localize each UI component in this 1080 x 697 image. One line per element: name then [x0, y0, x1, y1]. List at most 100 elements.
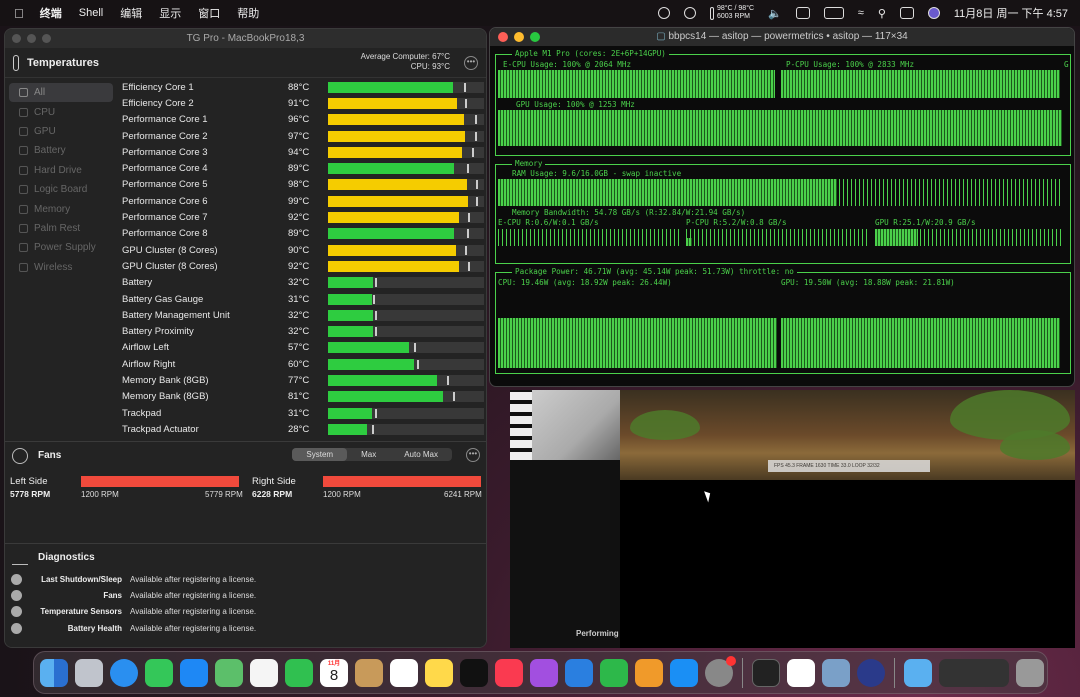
sensor-row[interactable]: GPU Cluster (8 Cores) 90°C [118, 242, 486, 258]
sensor-row[interactable]: Performance Core 7 92°C [118, 209, 486, 225]
fan-mode-system[interactable]: System [292, 448, 348, 461]
sensor-row[interactable]: Trackpad Actuator 28°C [118, 421, 486, 437]
photos-icon[interactable] [250, 658, 278, 687]
sensor-row[interactable]: Performance Core 2 97°C [118, 128, 486, 144]
sensor-row[interactable]: Performance Core 5 98°C [118, 177, 486, 193]
control-center-icon[interactable] [899, 7, 914, 19]
messages-icon[interactable] [145, 658, 173, 687]
maps-icon[interactable] [215, 658, 243, 687]
sensor-row[interactable]: Efficiency Core 2 91°C [118, 95, 486, 111]
cinema4d-icon[interactable] [857, 658, 885, 687]
sidebar-item-logic-board[interactable]: Logic Board [9, 180, 113, 199]
siri-icon[interactable] [927, 7, 940, 19]
terminal-titlebar[interactable]: ▢ bbpcs14 — asitop — powermetrics • asit… [490, 28, 1074, 46]
tv-icon[interactable] [460, 658, 488, 687]
preview-icon[interactable] [822, 658, 850, 687]
3dmark-icon[interactable] [787, 658, 815, 687]
sensor-row[interactable]: Battery Gas Gauge 31°C [118, 291, 486, 307]
volume-icon[interactable]: 🔈 [768, 7, 782, 20]
menu-help[interactable]: 帮助 [237, 5, 259, 21]
notes-icon[interactable] [425, 658, 453, 687]
downloads-folder-icon[interactable] [904, 658, 932, 687]
minimize-button[interactable] [27, 34, 36, 43]
tgpro-titlebar[interactable]: TG Pro - MacBookPro18,3 [5, 29, 486, 48]
sidebar-item-palm-rest[interactable]: Palm Rest [9, 219, 113, 238]
creative-cloud-icon[interactable] [683, 7, 696, 19]
sensor-row[interactable]: Memory Bank (8GB) 81°C [118, 389, 486, 405]
menu-clock[interactable]: 11月8日 周一 下午 4:57 [954, 5, 1068, 21]
fan-mode-automax[interactable]: Auto Max [390, 448, 452, 461]
sidebar-item-battery[interactable]: Battery [9, 141, 113, 160]
sidebar-item-cpu[interactable]: CPU [9, 102, 113, 121]
menu-view[interactable]: 显示 [159, 5, 181, 21]
fans-more-icon[interactable]: ••• [466, 448, 480, 462]
sensor-row[interactable]: Battery 32°C [118, 275, 486, 291]
terminal-window[interactable]: ▢ bbpcs14 — asitop — powermetrics • asit… [489, 27, 1075, 387]
pages-icon[interactable] [635, 658, 663, 687]
fan-mode-max[interactable]: Max [347, 448, 390, 461]
more-options-icon[interactable]: ••• [464, 56, 478, 70]
sidebar-item-memory[interactable]: Memory [9, 199, 113, 218]
zoom-button[interactable] [530, 32, 540, 42]
sensor-row[interactable]: Performance Core 6 99°C [118, 193, 486, 209]
calendar-icon[interactable]: 11月 8 [320, 658, 348, 687]
menu-shell[interactable]: Shell [79, 7, 103, 19]
game-benchmark-window[interactable]: FPS 45.3 FRAME 1630 TIME 33.0 LOOP 32/32 [620, 390, 1075, 480]
trash-icon[interactable] [1016, 658, 1044, 687]
close-button[interactable] [498, 32, 508, 42]
sensor-row[interactable]: Airflow Left 57°C [118, 340, 486, 356]
sensor-row[interactable]: Performance Core 3 94°C [118, 144, 486, 160]
sensor-row[interactable]: Performance Core 4 89°C [118, 160, 486, 176]
sidebar-item-all[interactable]: All [9, 83, 113, 103]
minimize-button[interactable] [514, 32, 524, 42]
sidebar-item-gpu[interactable]: GPU [9, 122, 113, 141]
music-icon[interactable] [495, 658, 523, 687]
mail-icon[interactable] [180, 658, 208, 687]
window-stack-icon[interactable] [939, 658, 1009, 687]
sensor-row[interactable]: Memory Bank (8GB) 77°C [118, 372, 486, 388]
sensor-name: Performance Core 2 [122, 130, 208, 142]
sensor-row[interactable]: Airflow Right 60°C [118, 356, 486, 372]
close-button[interactable] [12, 34, 21, 43]
sensor-bar-fill [328, 97, 458, 109]
sensor-row[interactable]: Trackpad 31°C [118, 405, 486, 421]
sensor-row[interactable]: Performance Core 1 96°C [118, 112, 486, 128]
apple-menu-icon[interactable]:  [14, 6, 24, 21]
launchpad-icon[interactable] [75, 658, 103, 687]
performing-label: Performing [576, 629, 619, 638]
safari-icon[interactable] [110, 658, 138, 687]
menu-app-terminal[interactable]: 终端 [40, 5, 62, 21]
sidebar-item-power-supply[interactable]: Power Supply [9, 238, 113, 257]
wifi-icon[interactable]: ≈ [858, 7, 864, 19]
sidebar-item-wireless[interactable]: Wireless [9, 258, 113, 277]
diagnostics-section: Diagnostics Last Shutdown/Sleep Available… [5, 543, 486, 647]
app-store-icon[interactable] [670, 658, 698, 687]
menu-window[interactable]: 窗口 [198, 5, 220, 21]
numbers-icon[interactable] [600, 658, 628, 687]
battery-icon[interactable] [823, 7, 844, 19]
sensor-bar [328, 326, 484, 338]
zoom-button[interactable] [42, 34, 51, 43]
system-preferences-icon[interactable] [705, 655, 736, 687]
contacts-icon[interactable] [355, 658, 383, 687]
terminal-icon[interactable] [752, 658, 780, 687]
sensor-row[interactable]: Efficiency Core 1 88°C [118, 79, 486, 95]
facetime-icon[interactable] [285, 658, 313, 687]
sensor-name: Battery [122, 277, 153, 289]
sidebar-item-hard-drive[interactable]: Hard Drive [9, 161, 113, 180]
sensor-row[interactable]: Battery Management Unit 32°C [118, 307, 486, 323]
sensor-temp: 32°C [288, 326, 310, 338]
sensor-temp: 94°C [288, 146, 310, 158]
tgpro-status-item[interactable]: 98°C / 98°C 6003 RPM [709, 5, 754, 21]
finder-icon[interactable] [40, 658, 68, 687]
input-method-icon[interactable] [795, 7, 810, 19]
keynote-icon[interactable] [565, 658, 593, 687]
menu-edit[interactable]: 编辑 [120, 5, 142, 21]
sensor-row[interactable]: GPU Cluster (8 Cores) 92°C [118, 258, 486, 274]
reminders-icon[interactable] [390, 658, 418, 687]
stop-recording-icon[interactable] [657, 7, 670, 19]
sensor-row[interactable]: Performance Core 8 89°C [118, 226, 486, 242]
sensor-row[interactable]: Battery Proximity 32°C [118, 323, 486, 339]
spotlight-search-icon[interactable]: ⚲ [878, 7, 886, 20]
podcasts-icon[interactable] [530, 658, 558, 687]
